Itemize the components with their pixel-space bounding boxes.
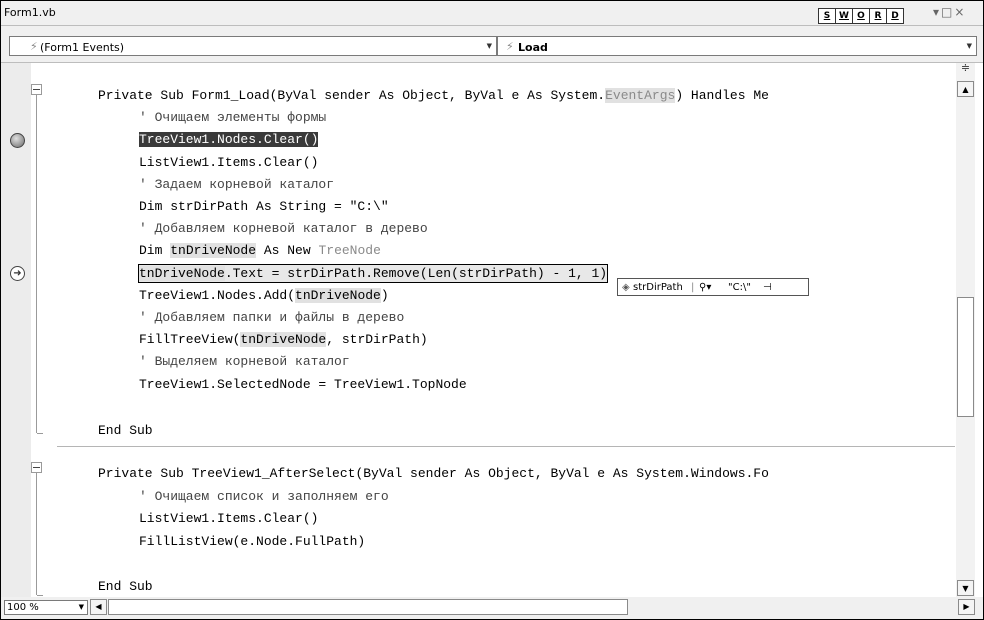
outline-line — [36, 93, 37, 433]
lightning-icon: ⚡ — [506, 40, 514, 53]
datatip-value[interactable]: "C:\" — [728, 282, 751, 293]
code-comment[interactable]: ' Выделяем корневой каталог — [139, 353, 350, 370]
outline-line — [36, 471, 37, 595]
code-line-current[interactable]: tnDriveNode.Text = strDirPath.Remove(Len… — [137, 264, 609, 283]
code-line[interactable]: ListView1.Items.Clear() — [139, 154, 318, 171]
outline-end-tick — [37, 595, 43, 596]
variable-icon: ◈ — [622, 282, 630, 293]
window-title: Form1.vb — [4, 6, 56, 19]
breakpoint-icon[interactable] — [10, 133, 25, 148]
method-value: Load — [518, 41, 548, 54]
code-comment[interactable]: ' Очищаем элементы формы — [139, 109, 326, 126]
code-comment[interactable]: ' Очищаем список и заполняем его — [139, 488, 389, 505]
view-button-r[interactable]: R — [869, 8, 887, 24]
datatip-divider: | — [691, 282, 695, 293]
outline-end-tick — [37, 433, 43, 434]
class-events-dropdown[interactable]: ⚡ (Form1 Events) ▼ — [9, 36, 497, 56]
code-line[interactable]: Private Sub TreeView1_AfterSelect(ByVal … — [98, 465, 769, 482]
chevron-down-icon[interactable]: ▼ — [487, 42, 492, 50]
view-button-w[interactable]: W — [835, 8, 853, 24]
horizontal-scroll-thumb[interactable] — [108, 599, 628, 615]
bottom-bar: 100 % ▼ ◀ ▶ — [1, 597, 983, 619]
scroll-up-button[interactable]: ▲ — [957, 81, 974, 97]
datatip-name[interactable]: strDirPath — [633, 282, 683, 293]
code-line[interactable]: FillTreeView(tnDriveNode, strDirPath) — [139, 331, 428, 348]
procedure-separator — [57, 446, 955, 447]
magnifier-icon[interactable]: ⚲▾ — [699, 282, 711, 293]
code-line[interactable]: End Sub — [98, 578, 153, 595]
code-line-breakpoint[interactable]: TreeView1.Nodes.Clear() — [139, 131, 319, 148]
method-dropdown[interactable]: ⚡ Load ▼ — [497, 36, 977, 56]
code-line[interactable]: End Sub — [98, 422, 153, 439]
vertical-scroll-thumb[interactable] — [957, 297, 974, 417]
editor-window: Form1.vb S W O R D ▾□× ⚡ (Form1 Events) … — [0, 0, 984, 620]
code-comment[interactable]: ' Добавляем папки и файлы в дерево — [139, 309, 404, 326]
collapse-toggle-afterselect[interactable] — [31, 462, 42, 473]
code-comment[interactable]: ' Добавляем корневой каталог в дерево — [139, 220, 428, 237]
view-button-s[interactable]: S — [818, 8, 836, 24]
navigation-bar: ⚡ (Form1 Events) ▼ ⚡ Load ▼ — [1, 26, 983, 63]
scroll-right-button[interactable]: ▶ — [958, 599, 975, 615]
code-line[interactable]: Dim strDirPath As String = "C:\" — [139, 198, 389, 215]
collapse-toggle-form1-load[interactable] — [31, 84, 42, 95]
chevron-down-icon[interactable]: ▼ — [79, 601, 84, 614]
zoom-dropdown[interactable]: 100 % ▼ — [4, 600, 88, 615]
datatip[interactable]: ◈ strDirPath | ⚲▾ "C:\" ⊣ — [617, 278, 809, 296]
view-button-o[interactable]: O — [852, 8, 870, 24]
class-events-value: (Form1 Events) — [40, 41, 125, 54]
code-line[interactable]: TreeView1.Nodes.Add(tnDriveNode) — [139, 287, 389, 304]
code-line[interactable]: FillListView(e.Node.FullPath) — [139, 533, 365, 550]
code-line[interactable]: ListView1.Items.Clear() — [139, 510, 318, 527]
title-bar: Form1.vb S W O R D ▾□× — [1, 1, 983, 26]
scroll-down-button[interactable]: ▼ — [957, 580, 974, 596]
code-line[interactable]: TreeView1.SelectedNode = TreeView1.TopNo… — [139, 376, 467, 393]
code-line[interactable]: Private Sub Form1_Load(ByVal sender As O… — [98, 87, 769, 104]
view-button-d[interactable]: D — [886, 8, 904, 24]
scroll-left-button[interactable]: ◀ — [90, 599, 107, 615]
view-buttons: S W O R D — [818, 8, 904, 24]
window-controls[interactable]: ▾□× — [933, 5, 966, 19]
zoom-value: 100 % — [7, 602, 39, 613]
code-comment[interactable]: ' Задаем корневой каталог — [139, 176, 334, 193]
code-line[interactable]: Dim tnDriveNode As New TreeNode — [139, 242, 381, 259]
current-statement-arrow-icon[interactable]: ➜ — [10, 266, 25, 281]
split-handle-icon[interactable]: ≑ — [956, 62, 975, 75]
pin-icon[interactable]: ⊣ — [763, 282, 772, 293]
lightning-icon: ⚡ — [30, 40, 38, 53]
chevron-down-icon[interactable]: ▼ — [967, 42, 972, 50]
